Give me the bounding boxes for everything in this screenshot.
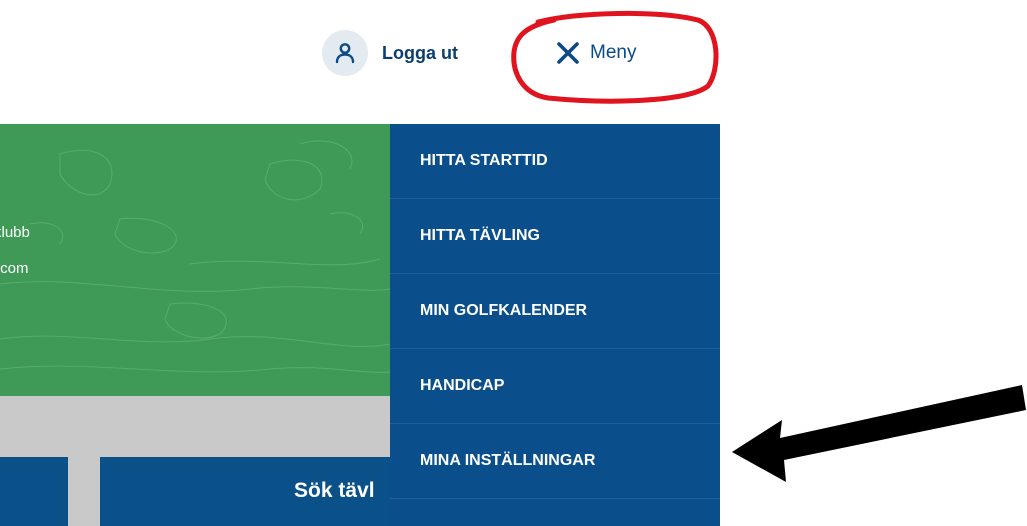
menu-item-handicap[interactable]: HANDICAP (390, 349, 720, 424)
logout-label: Logga ut (382, 42, 458, 63)
user-icon (335, 43, 355, 64)
search-competition-label: Sök tävl (294, 479, 375, 502)
menu-item-label: HITTA TÄVLING (420, 227, 540, 244)
profile-banner: son klubb .com (0, 124, 390, 396)
side-menu: HITTA STARTTID HITTA TÄVLING MIN GOLFKAL… (390, 124, 720, 526)
menu-item-my-settings[interactable]: MINA INSTÄLLNINGAR (390, 424, 720, 499)
profile-email: .com (0, 260, 29, 277)
menu-item-label: HITTA STARTTID (420, 152, 548, 169)
search-competition-card[interactable]: Sök tävl (100, 457, 390, 526)
course-contours (0, 140, 390, 373)
menu-item-golf-calendar[interactable]: MIN GOLFKALENDER (390, 274, 720, 349)
close-icon (557, 42, 579, 64)
menu-label: Meny (590, 42, 637, 63)
avatar (322, 30, 368, 76)
logout-button[interactable]: Logga ut (322, 30, 458, 76)
annotation-arrow (732, 385, 1026, 482)
profile-club: klubb (0, 224, 30, 241)
menu-item-label: HANDICAP (420, 377, 505, 394)
menu-item-label: MIN GOLFKALENDER (420, 302, 588, 319)
card-left[interactable] (0, 457, 68, 526)
menu-item-find-competition[interactable]: HITTA TÄVLING (390, 199, 720, 274)
menu-item-find-tee-time[interactable]: HITTA STARTTID (390, 124, 720, 199)
menu-toggle-button[interactable]: Meny (556, 36, 636, 70)
menu-item-label: MINA INSTÄLLNINGAR (420, 452, 596, 469)
